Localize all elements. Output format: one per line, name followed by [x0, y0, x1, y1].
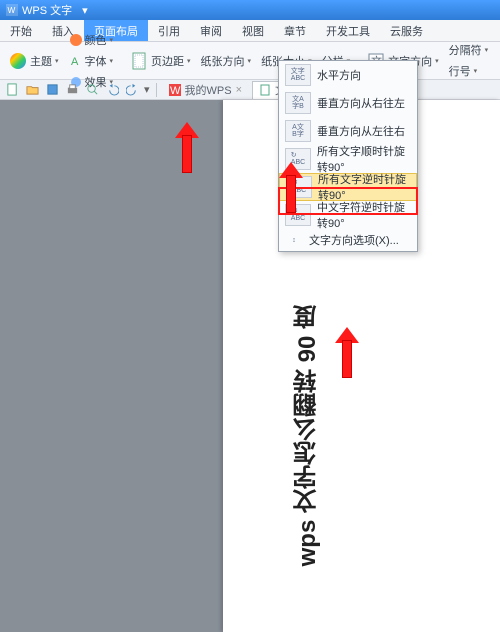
- font-button[interactable]: A字体▾: [65, 51, 118, 71]
- tab-cloud[interactable]: 云服务: [380, 20, 433, 41]
- new-icon[interactable]: [4, 82, 20, 98]
- svg-text:A: A: [71, 56, 79, 68]
- menu-options[interactable]: ↕文字方向选项(X)...: [279, 229, 417, 251]
- menu-cjk-ccw90[interactable]: 中ABC中文字符逆时针旋转90°: [279, 201, 417, 229]
- vltr-icon: A文B字: [285, 120, 311, 142]
- tab-references[interactable]: 引用: [148, 20, 190, 41]
- app-title: WPS 文字: [22, 2, 72, 18]
- tab-dev[interactable]: 开发工具: [316, 20, 380, 41]
- theme-button[interactable]: 主题▾: [4, 49, 63, 73]
- mywps-tab[interactable]: W我的WPS×: [163, 81, 249, 99]
- menu-horizontal[interactable]: 文字ABC水平方向: [279, 61, 417, 89]
- tab-home[interactable]: 开始: [0, 20, 42, 41]
- lineno-button[interactable]: 行号▾: [445, 61, 493, 81]
- open-icon[interactable]: [24, 82, 40, 98]
- menu-vert-ltr[interactable]: A文B字垂直方向从左往右: [279, 117, 417, 145]
- qat-more[interactable]: ▾: [144, 83, 150, 96]
- tab-review[interactable]: 审阅: [190, 20, 232, 41]
- break-button[interactable]: 分隔符▾: [445, 40, 493, 60]
- margin-button[interactable]: 页边距▾: [125, 49, 195, 73]
- app-logo: W WPS 文字: [0, 2, 78, 18]
- horiz-icon: 文字ABC: [285, 64, 311, 86]
- textdir-menu: 文字ABC水平方向 文A字B垂直方向从右往左 A文B字垂直方向从左往右 ↻ABC…: [278, 60, 418, 252]
- color-button[interactable]: 颜色▾: [65, 30, 118, 50]
- opt-icon: ↕: [285, 229, 303, 251]
- svg-text:W: W: [8, 6, 16, 15]
- save-icon[interactable]: [44, 82, 60, 98]
- tab-chapter[interactable]: 章节: [274, 20, 316, 41]
- orient-button[interactable]: 纸张方向▾: [197, 51, 256, 71]
- preview-icon[interactable]: [84, 82, 100, 98]
- ribbon: 主题▾ 颜色▾ A字体▾ 效果▾ 页边距▾ 纸张方向▾ 纸张大小▾ 分栏▾ 文文…: [0, 42, 500, 80]
- svg-text:W: W: [170, 85, 181, 96]
- document-text[interactable]: wps 文字怎么翻转 90 度: [290, 305, 325, 566]
- vrtl-icon: 文A字B: [285, 92, 311, 114]
- menu-vert-rtl[interactable]: 文A字B垂直方向从右往左: [279, 89, 417, 117]
- work-area: [0, 100, 500, 632]
- title-bar: W WPS 文字 ▾: [0, 0, 500, 20]
- undo-icon[interactable]: [104, 82, 120, 98]
- print-icon[interactable]: [64, 82, 80, 98]
- tab-view[interactable]: 视图: [232, 20, 274, 41]
- redo-icon[interactable]: [124, 82, 140, 98]
- quick-access-bar: ▾ W我的WPS× 文档1×: [0, 80, 500, 100]
- app-menu-dropdown[interactable]: ▾: [78, 4, 92, 17]
